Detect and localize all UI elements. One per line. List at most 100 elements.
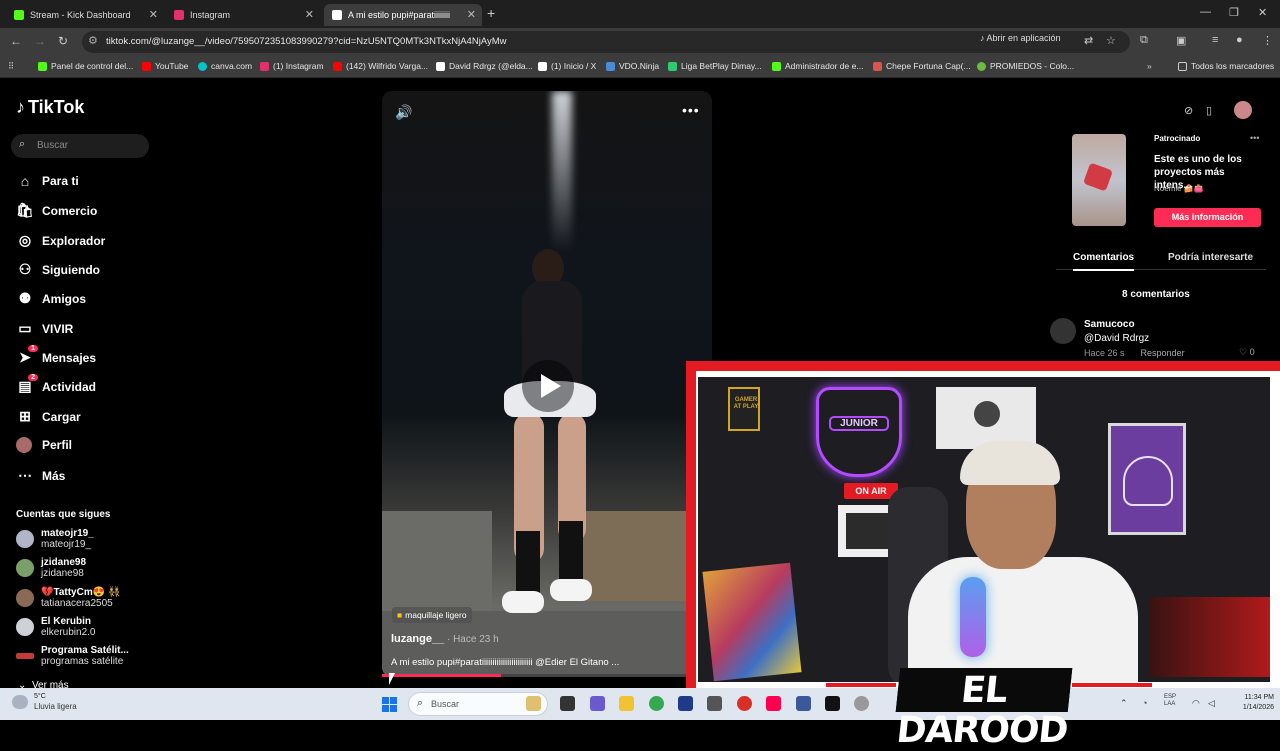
translate-icon[interactable]: ⇄: [1084, 34, 1093, 47]
nav-actividad[interactable]: ▤ 2 Actividad: [16, 374, 96, 395]
nav-para-ti[interactable]: ⌂ Para ti: [16, 173, 79, 189]
taskbar-app-icon[interactable]: [825, 696, 840, 711]
nav-mensajes[interactable]: ➤ 1 Mensajes: [16, 345, 97, 366]
profile-avatar-icon[interactable]: ●: [1236, 34, 1243, 46]
volume-icon[interactable]: 🔊: [395, 104, 412, 121]
tab-podria-interesarte[interactable]: Podría interesarte: [1168, 252, 1253, 263]
forward-button[interactable]: →: [34, 34, 46, 48]
tab-instagram[interactable]: Instagram ✕: [166, 4, 320, 26]
bookmark-item[interactable]: (142) Wilfrido Varga...: [333, 61, 428, 71]
nav-cargar[interactable]: ⊞ Cargar: [16, 408, 81, 425]
followed-account[interactable]: Programa Satélit... programas satélite: [16, 645, 129, 668]
account-name: mateojr19_: [41, 528, 94, 539]
bookmark-item[interactable]: (1) Instagram: [260, 61, 324, 71]
ad-user[interactable]: Noémie 🍰👛: [1154, 184, 1204, 193]
coins-icon[interactable]: ⊘: [1184, 104, 1193, 117]
minimize-button[interactable]: —: [1200, 6, 1211, 18]
search-input[interactable]: ⌕ Buscar: [11, 134, 149, 158]
all-bookmarks-button[interactable]: Todos los marcadores: [1178, 61, 1274, 71]
taskbar-app-icon[interactable]: [737, 696, 752, 711]
taskbar-app-icon[interactable]: [526, 696, 541, 711]
nav-perfil[interactable]: Perfil: [16, 437, 72, 453]
app-download-icon[interactable]: ▯: [1206, 104, 1212, 117]
bookmark-item[interactable]: Panel de control del...: [38, 61, 133, 71]
star-icon[interactable]: ☆: [1106, 34, 1116, 47]
followed-account[interactable]: mateojr19_ mateojr19_: [16, 528, 94, 551]
reload-button[interactable]: ↻: [58, 34, 68, 48]
nav-siguiendo[interactable]: ⚇ Siguiendo: [16, 261, 100, 278]
bookmark-item[interactable]: VDO.Ninja: [606, 61, 659, 71]
more-bookmarks-icon[interactable]: »: [1147, 61, 1152, 71]
weather-widget[interactable]: 5°C Lluvia ligera: [12, 692, 77, 712]
more-info-button[interactable]: Más información: [1154, 208, 1261, 227]
language-indicator[interactable]: ESP LAA: [1164, 694, 1176, 708]
commenter-name[interactable]: Samucoco: [1084, 319, 1135, 330]
followed-account[interactable]: 💔TattyCm😍 👯 tatianacera2505: [16, 587, 120, 610]
extensions-icon[interactable]: ⧉: [1140, 34, 1148, 47]
tab-tiktok-video[interactable]: A mi estilo pupi#paratiiiiiiii ✕: [324, 4, 482, 26]
taskbar-app-icon[interactable]: [619, 696, 634, 711]
video-author[interactable]: luzange__ · Hace 23 h: [391, 633, 499, 645]
chrome-icon[interactable]: [649, 696, 664, 711]
open-in-app-button[interactable]: ♪ Abrir en aplicación: [980, 33, 1061, 43]
start-button[interactable]: [382, 697, 397, 712]
close-icon[interactable]: ✕: [149, 8, 158, 21]
tab-comentarios[interactable]: Comentarios: [1073, 252, 1135, 271]
system-clock[interactable]: 11:34 PM 1/14/2026: [1226, 693, 1274, 713]
user-avatar[interactable]: [1234, 101, 1252, 119]
close-icon[interactable]: ✕: [467, 8, 476, 21]
window-close-button[interactable]: ✕: [1258, 6, 1267, 19]
taskbar-app-icon[interactable]: [796, 696, 811, 711]
new-tab-button[interactable]: +: [487, 5, 495, 21]
video-progress[interactable]: [382, 674, 712, 677]
followed-account[interactable]: El Kerubin elkerubin2.0: [16, 616, 95, 639]
tiktok-logo[interactable]: ♪ TikTok: [16, 97, 84, 118]
bookmark-item[interactable]: (1) Inicio / X: [538, 61, 596, 71]
kick-icon: [14, 10, 24, 20]
tab-search-icon[interactable]: ▣: [1176, 34, 1186, 47]
close-icon[interactable]: ✕: [305, 8, 314, 21]
effect-tag[interactable]: ■ maquillaje ligero: [392, 607, 472, 623]
taskbar-app-icon[interactable]: [590, 696, 605, 711]
nav-vivir[interactable]: ▭ VIVIR: [16, 320, 73, 337]
back-button[interactable]: ←: [10, 34, 22, 48]
bookmark-item[interactable]: Administrador de e...: [772, 61, 863, 71]
nav-amigos[interactable]: ⚉ Amigos: [16, 290, 86, 307]
commenter-avatar[interactable]: [1050, 318, 1076, 344]
nav-label: Mensajes: [42, 350, 97, 365]
nav-explorador[interactable]: ◎ Explorador: [16, 232, 105, 249]
shop-icon: 🛍: [16, 202, 34, 218]
menu-icon[interactable]: ⋮: [1262, 34, 1273, 47]
photoshop-icon[interactable]: [678, 696, 693, 711]
site-info-icon[interactable]: ⚙: [88, 34, 98, 47]
taskbar-app-icon[interactable]: [707, 696, 722, 711]
bookmark-item[interactable]: PROMIEDOS - Colo...: [977, 61, 1074, 71]
reading-list-icon[interactable]: ≡: [1212, 34, 1218, 46]
followed-account[interactable]: jzidane98 jzidane98: [16, 557, 86, 580]
url-field[interactable]: ⚙ tiktok.com/@luzange__/video/7595072351…: [82, 31, 1130, 53]
speaker-icon[interactable]: ◁: [1208, 698, 1215, 709]
bookmark-item[interactable]: Chepe Fortuna Cap(...: [873, 61, 971, 71]
taskbar-app-icon[interactable]: [766, 696, 781, 711]
taskbar-app-icon[interactable]: [854, 696, 869, 711]
reply-button[interactable]: Responder: [1141, 348, 1185, 358]
bookmark-item[interactable]: YouTube: [142, 61, 188, 71]
bookmark-item[interactable]: canva.com: [198, 61, 252, 71]
bookmark-item[interactable]: Liga BetPlay Dimay...: [668, 61, 762, 71]
taskbar-app-icon[interactable]: [560, 696, 575, 711]
wifi-icon[interactable]: ◠: [1192, 698, 1200, 709]
apps-icon[interactable]: ⠿: [8, 61, 14, 72]
bookmark-item[interactable]: David Rdrgz (@elda...: [436, 61, 533, 71]
video-caption[interactable]: A mi estilo pupi#paratiiiiiiiiiiiiiiiiii…: [391, 657, 691, 668]
network-icon[interactable]: ◔: [1142, 698, 1147, 708]
comment-like[interactable]: ♡ 0: [1239, 347, 1255, 358]
ad-options-icon[interactable]: •••: [1250, 133, 1259, 143]
play-button[interactable]: [522, 360, 574, 412]
maximize-button[interactable]: ❐: [1229, 6, 1239, 19]
nav-mas[interactable]: ⋯ Más: [16, 467, 65, 484]
tab-kick-dashboard[interactable]: Stream - Kick Dashboard ✕: [6, 4, 164, 26]
more-options-icon[interactable]: •••: [682, 102, 700, 118]
tray-chevron-icon[interactable]: ⌃: [1120, 698, 1128, 709]
sponsored-thumbnail[interactable]: [1072, 134, 1126, 226]
nav-comercio[interactable]: 🛍 Comercio: [16, 202, 97, 219]
